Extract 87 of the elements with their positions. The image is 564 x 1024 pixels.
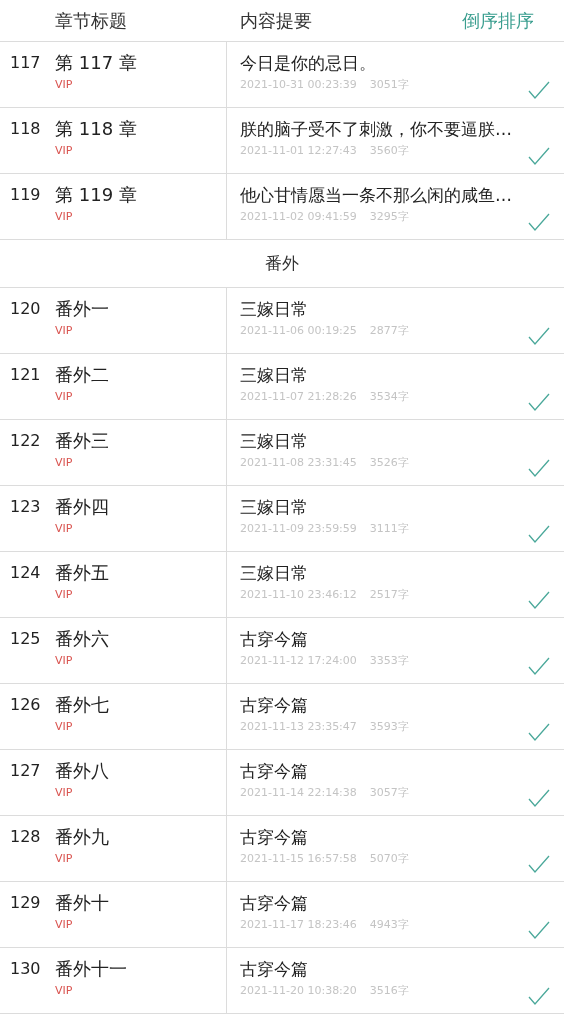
publish-time: 2021-11-09 23:59:59 [240,522,357,536]
publish-time: 2021-10-31 00:23:39 [240,78,357,92]
word-count: 3516字 [369,984,409,998]
vip-label: VIP [55,390,73,404]
chapter-title[interactable]: 番外四 [55,494,109,520]
word-count: 3534字 [369,390,409,404]
vip-label: VIP [55,918,73,932]
chapter-number: 127 [9,760,42,782]
word-count: 2877字 [369,324,409,338]
chapter-title[interactable]: 番外十 [55,890,109,916]
vip-label: VIP [55,78,73,92]
chapter-summary: 今日是你的忌日。 [240,52,376,75]
publish-time: 2021-11-08 23:31:45 [240,456,357,470]
vip-label: VIP [55,654,73,668]
vip-label: VIP [55,144,73,158]
chapter-summary: 三嫁日常 [240,496,308,519]
chapter-summary: 三嫁日常 [240,364,308,387]
publish-time: 2021-11-10 23:46:12 [240,588,357,602]
chapter-title[interactable]: 番外八 [55,758,109,784]
chapter-number: 130 [9,958,42,980]
chapter-number: 120 [9,298,42,320]
chapter-number: 125 [9,628,42,650]
chapter-number: 122 [9,430,42,452]
chapter-number: 124 [9,562,42,584]
vip-label: VIP [55,852,73,866]
chapter-title[interactable]: 番外十一 [55,956,127,982]
publish-time: 2021-11-17 18:23:46 [240,918,357,932]
chapter-number: 126 [9,694,42,716]
vip-label: VIP [55,324,73,338]
chapter-summary: 古穿今篇 [240,958,308,981]
publish-time: 2021-11-14 22:14:38 [240,786,357,800]
chapter-number: 119 [9,184,42,206]
word-count: 3353字 [369,654,409,668]
chapter-summary: 古穿今篇 [240,628,308,651]
publish-time: 2021-11-15 16:57:58 [240,852,357,866]
word-count: 4943字 [369,918,409,932]
chapter-title[interactable]: 第 117 章 [55,50,137,76]
chapter-number: 129 [9,892,42,914]
chapter-summary: 三嫁日常 [240,430,308,453]
chapter-title[interactable]: 番外六 [55,626,109,652]
chapter-number: 117 [9,52,42,74]
publish-time: 2021-11-12 17:24:00 [240,654,357,668]
vip-label: VIP [55,522,73,536]
chapter-summary: 朕的脑子受不了刺激，你不要逼朕… [240,118,512,141]
chapter-title[interactable]: 番外二 [55,362,109,388]
section-heading: 番外 [265,251,299,275]
chapter-summary: 古穿今篇 [240,826,308,849]
chapter-title[interactable]: 第 118 章 [55,116,137,142]
chapter-title[interactable]: 番外一 [55,296,109,322]
chapter-summary: 古穿今篇 [240,694,308,717]
vip-label: VIP [55,786,73,800]
chapter-title[interactable]: 番外七 [55,692,109,718]
chapter-summary: 古穿今篇 [240,892,308,915]
chapter-number: 128 [9,826,42,848]
chapter-summary: 古穿今篇 [240,760,308,783]
word-count: 3051字 [369,78,409,92]
vip-label: VIP [55,210,73,224]
column-header: 章节标题 [55,9,128,33]
word-count: 3560字 [369,144,409,158]
vip-label: VIP [55,456,73,470]
chapter-title[interactable]: 第 119 章 [55,182,137,208]
chapter-summary: 三嫁日常 [240,562,308,585]
publish-time: 2021-11-06 00:19:25 [240,324,357,338]
chapter-summary: 三嫁日常 [240,298,308,321]
publish-time: 2021-11-13 23:35:47 [240,720,357,734]
chapter-title[interactable]: 番外五 [55,560,109,586]
vip-label: VIP [55,720,73,734]
chapter-number: 118 [9,118,42,140]
word-count: 3295字 [369,210,409,224]
vip-label: VIP [55,588,73,602]
column-header: 内容提要 [240,9,312,33]
chapter-summary: 他心甘情愿当一条不那么闲的咸鱼… [240,184,512,207]
chapter-number: 123 [9,496,42,518]
word-count: 3057字 [369,786,409,800]
chapter-number: 121 [9,364,42,386]
publish-time: 2021-11-02 09:41:59 [240,210,357,224]
publish-time: 2021-11-01 12:27:43 [240,144,357,158]
vip-label: VIP [55,984,73,998]
word-count: 3526字 [369,456,409,470]
publish-time: 2021-11-20 10:38:20 [240,984,357,998]
word-count: 2517字 [369,588,409,602]
word-count: 3111字 [369,522,409,536]
word-count: 5070字 [369,852,409,866]
word-count: 3593字 [369,720,409,734]
chapter-title[interactable]: 番外三 [55,428,109,454]
publish-time: 2021-11-07 21:28:26 [240,390,357,404]
chapter-title[interactable]: 番外九 [55,824,109,850]
